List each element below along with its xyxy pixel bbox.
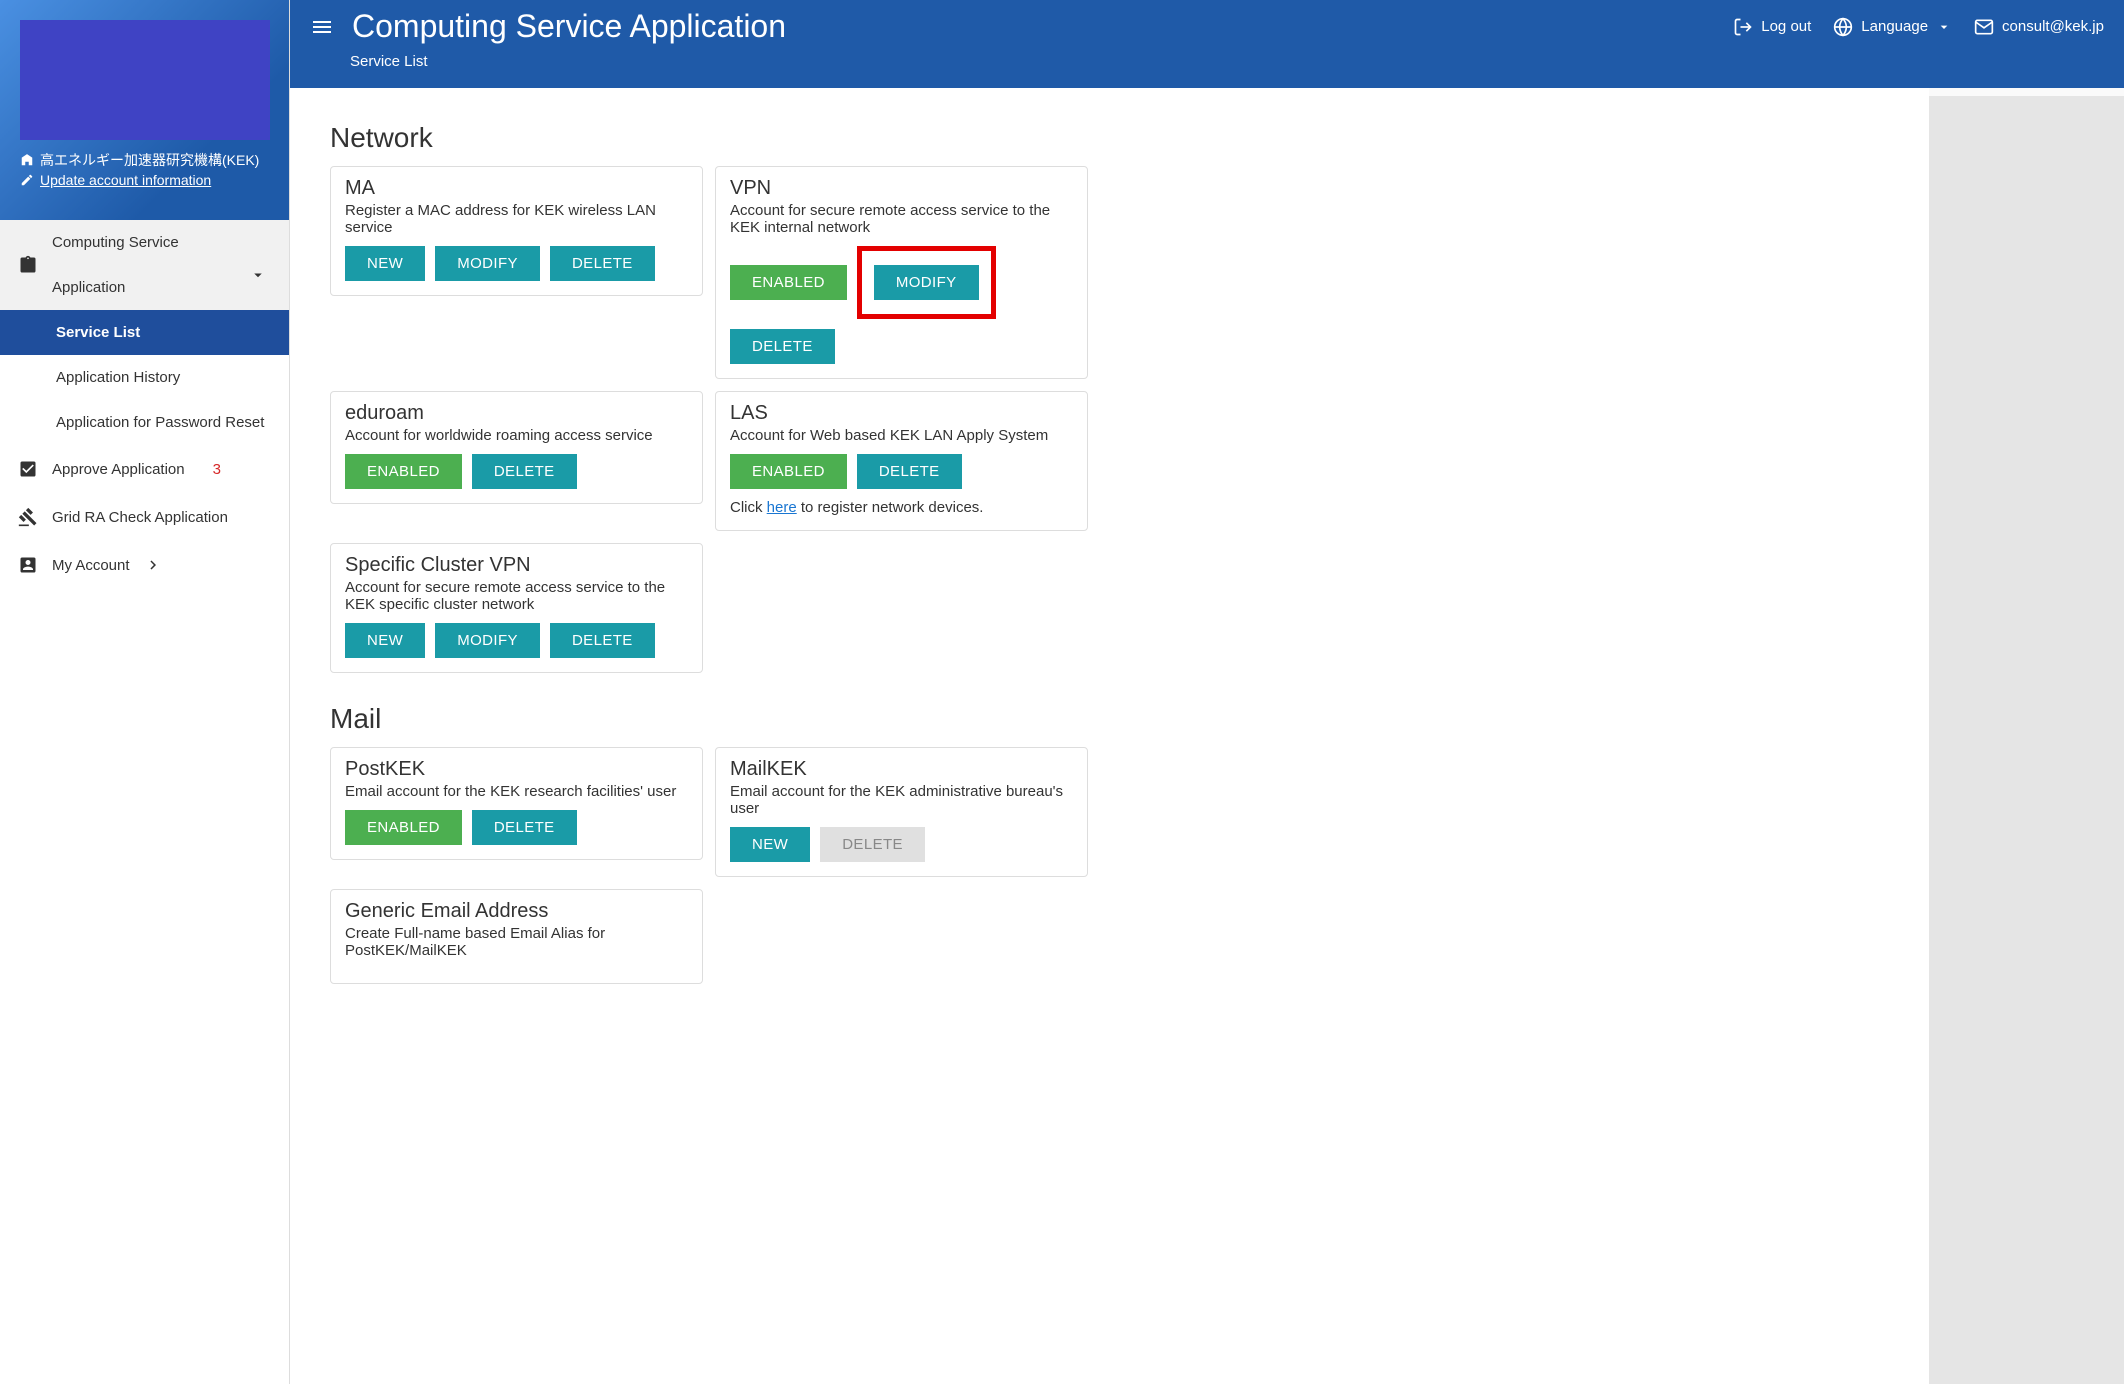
pencil-icon: [20, 173, 34, 187]
vpn-modify-button[interactable]: MODIFY: [874, 265, 979, 300]
ma-modify-button[interactable]: MODIFY: [435, 246, 540, 281]
nav-application-label: Application: [52, 279, 179, 296]
content: Network MA Register a MAC address for KE…: [290, 88, 1929, 1384]
vpn-enabled-button[interactable]: ENABLED: [730, 265, 847, 300]
las-footer-link[interactable]: here: [767, 499, 797, 516]
card-mailkek-desc: Email account for the KEK administrative…: [730, 783, 1073, 817]
card-las: LAS Account for Web based KEK LAN Apply …: [715, 391, 1088, 531]
clipboard-icon: [18, 255, 38, 275]
chevron-down-icon: [249, 266, 267, 284]
card-postkek-desc: Email account for the KEK research facil…: [345, 783, 688, 800]
eduroam-delete-button[interactable]: DELETE: [472, 454, 577, 489]
las-enabled-button[interactable]: ENABLED: [730, 454, 847, 489]
card-las-title: LAS: [730, 402, 1073, 425]
card-eduroam: eduroam Account for worldwide roaming ac…: [330, 391, 703, 504]
card-ma-desc: Register a MAC address for KEK wireless …: [345, 202, 688, 236]
account-icon: [18, 555, 38, 575]
specific-vpn-new-button[interactable]: NEW: [345, 623, 425, 658]
card-vpn-title: VPN: [730, 177, 1073, 200]
sidebar-header: 高エネルギー加速器研究機構(KEK) Update account inform…: [0, 0, 289, 220]
las-footer-suffix: to register network devices.: [797, 499, 984, 516]
specific-vpn-modify-button[interactable]: MODIFY: [435, 623, 540, 658]
card-eduroam-title: eduroam: [345, 402, 688, 425]
card-mailkek: MailKEK Email account for the KEK admini…: [715, 747, 1088, 877]
las-delete-button[interactable]: DELETE: [857, 454, 962, 489]
contact-email[interactable]: consult@kek.jp: [1974, 17, 2104, 37]
mailkek-delete-button: DELETE: [820, 827, 925, 862]
sidebar: 高エネルギー加速器研究機構(KEK) Update account inform…: [0, 0, 290, 1384]
topbar-actions: Log out Language consult@kek.jp: [1733, 17, 2104, 37]
org-name: 高エネルギー加速器研究機構(KEK): [40, 150, 259, 170]
ma-new-button[interactable]: NEW: [345, 246, 425, 281]
nav-application-history-label: Application History: [56, 369, 180, 386]
mailkek-new-button[interactable]: NEW: [730, 827, 810, 862]
las-footer: Click here to register network devices.: [730, 499, 1073, 516]
eduroam-enabled-button[interactable]: ENABLED: [345, 454, 462, 489]
language-button[interactable]: Language: [1833, 17, 1952, 37]
card-specific-vpn: Specific Cluster VPN Account for secure …: [330, 543, 703, 673]
nav-application-history[interactable]: Application History: [0, 355, 289, 400]
vpn-modify-highlight: MODIFY: [857, 246, 996, 319]
card-ma-title: MA: [345, 177, 688, 200]
topbar-row: Computing Service Application Log out La…: [290, 0, 2124, 45]
contact-email-label: consult@kek.jp: [2002, 18, 2104, 35]
nav-password-reset-label: Application for Password Reset: [56, 414, 264, 431]
card-vpn-desc: Account for secure remote access service…: [730, 202, 1073, 236]
building-icon: [20, 153, 34, 167]
card-generic-email-title: Generic Email Address: [345, 900, 688, 923]
app-title: Computing Service Application: [352, 8, 786, 45]
ma-delete-button[interactable]: DELETE: [550, 246, 655, 281]
postkek-delete-button[interactable]: DELETE: [472, 810, 577, 845]
nav-my-account-label: My Account: [52, 557, 130, 574]
card-generic-email-desc: Create Full-name based Email Alias for P…: [345, 925, 688, 959]
nav-grid-ra-label: Grid RA Check Application: [52, 509, 228, 526]
card-specific-vpn-desc: Account for secure remote access service…: [345, 579, 688, 613]
logout-icon: [1733, 17, 1753, 37]
nav-computing-service-label: Computing Service: [52, 234, 179, 251]
card-postkek-title: PostKEK: [345, 758, 688, 781]
gavel-icon: [18, 507, 38, 527]
logo-placeholder: [20, 20, 270, 140]
main: Computing Service Application Log out La…: [290, 0, 2124, 1384]
card-vpn: VPN Account for secure remote access ser…: [715, 166, 1088, 379]
logout-label: Log out: [1761, 18, 1811, 35]
update-account-row[interactable]: Update account information: [20, 172, 269, 188]
nav-grid-ra[interactable]: Grid RA Check Application: [0, 493, 289, 541]
section-network: Network: [330, 122, 1889, 154]
postkek-enabled-button[interactable]: ENABLED: [345, 810, 462, 845]
las-footer-prefix: Click: [730, 499, 767, 516]
specific-vpn-delete-button[interactable]: DELETE: [550, 623, 655, 658]
card-specific-vpn-title: Specific Cluster VPN: [345, 554, 688, 577]
card-las-desc: Account for Web based KEK LAN Apply Syst…: [730, 427, 1073, 444]
globe-icon: [1833, 17, 1853, 37]
chevron-right-icon: [144, 556, 162, 574]
vpn-delete-button[interactable]: DELETE: [730, 329, 835, 364]
mail-icon: [1974, 17, 1994, 37]
menu-icon[interactable]: [310, 15, 334, 39]
card-eduroam-desc: Account for worldwide roaming access ser…: [345, 427, 688, 444]
nav-approve-application-label: Approve Application: [52, 461, 185, 478]
card-mailkek-title: MailKEK: [730, 758, 1073, 781]
nav-password-reset[interactable]: Application for Password Reset: [0, 400, 289, 445]
card-postkek: PostKEK Email account for the KEK resear…: [330, 747, 703, 860]
topbar: Computing Service Application Log out La…: [290, 0, 2124, 88]
approve-badge: 3: [213, 461, 221, 478]
nav-computing-service[interactable]: Computing Service Application: [0, 220, 289, 310]
card-ma: MA Register a MAC address for KEK wirele…: [330, 166, 703, 296]
right-gutter: [1929, 96, 2124, 1384]
logout-button[interactable]: Log out: [1733, 17, 1811, 37]
section-mail: Mail: [330, 703, 1889, 735]
dropdown-icon: [1936, 19, 1952, 35]
nav-service-list-label: Service List: [56, 324, 140, 341]
update-account-link[interactable]: Update account information: [40, 172, 211, 188]
nav-service-list[interactable]: Service List: [0, 310, 289, 355]
nav-approve-application[interactable]: Approve Application 3: [0, 445, 289, 493]
page-subtitle: Service List: [290, 45, 2124, 88]
card-generic-email: Generic Email Address Create Full-name b…: [330, 889, 703, 984]
language-label: Language: [1861, 18, 1928, 35]
checkbox-icon: [18, 459, 38, 479]
org-row: 高エネルギー加速器研究機構(KEK): [20, 150, 269, 170]
nav-my-account[interactable]: My Account: [0, 541, 289, 589]
nav: Computing Service Application Service Li…: [0, 220, 289, 589]
